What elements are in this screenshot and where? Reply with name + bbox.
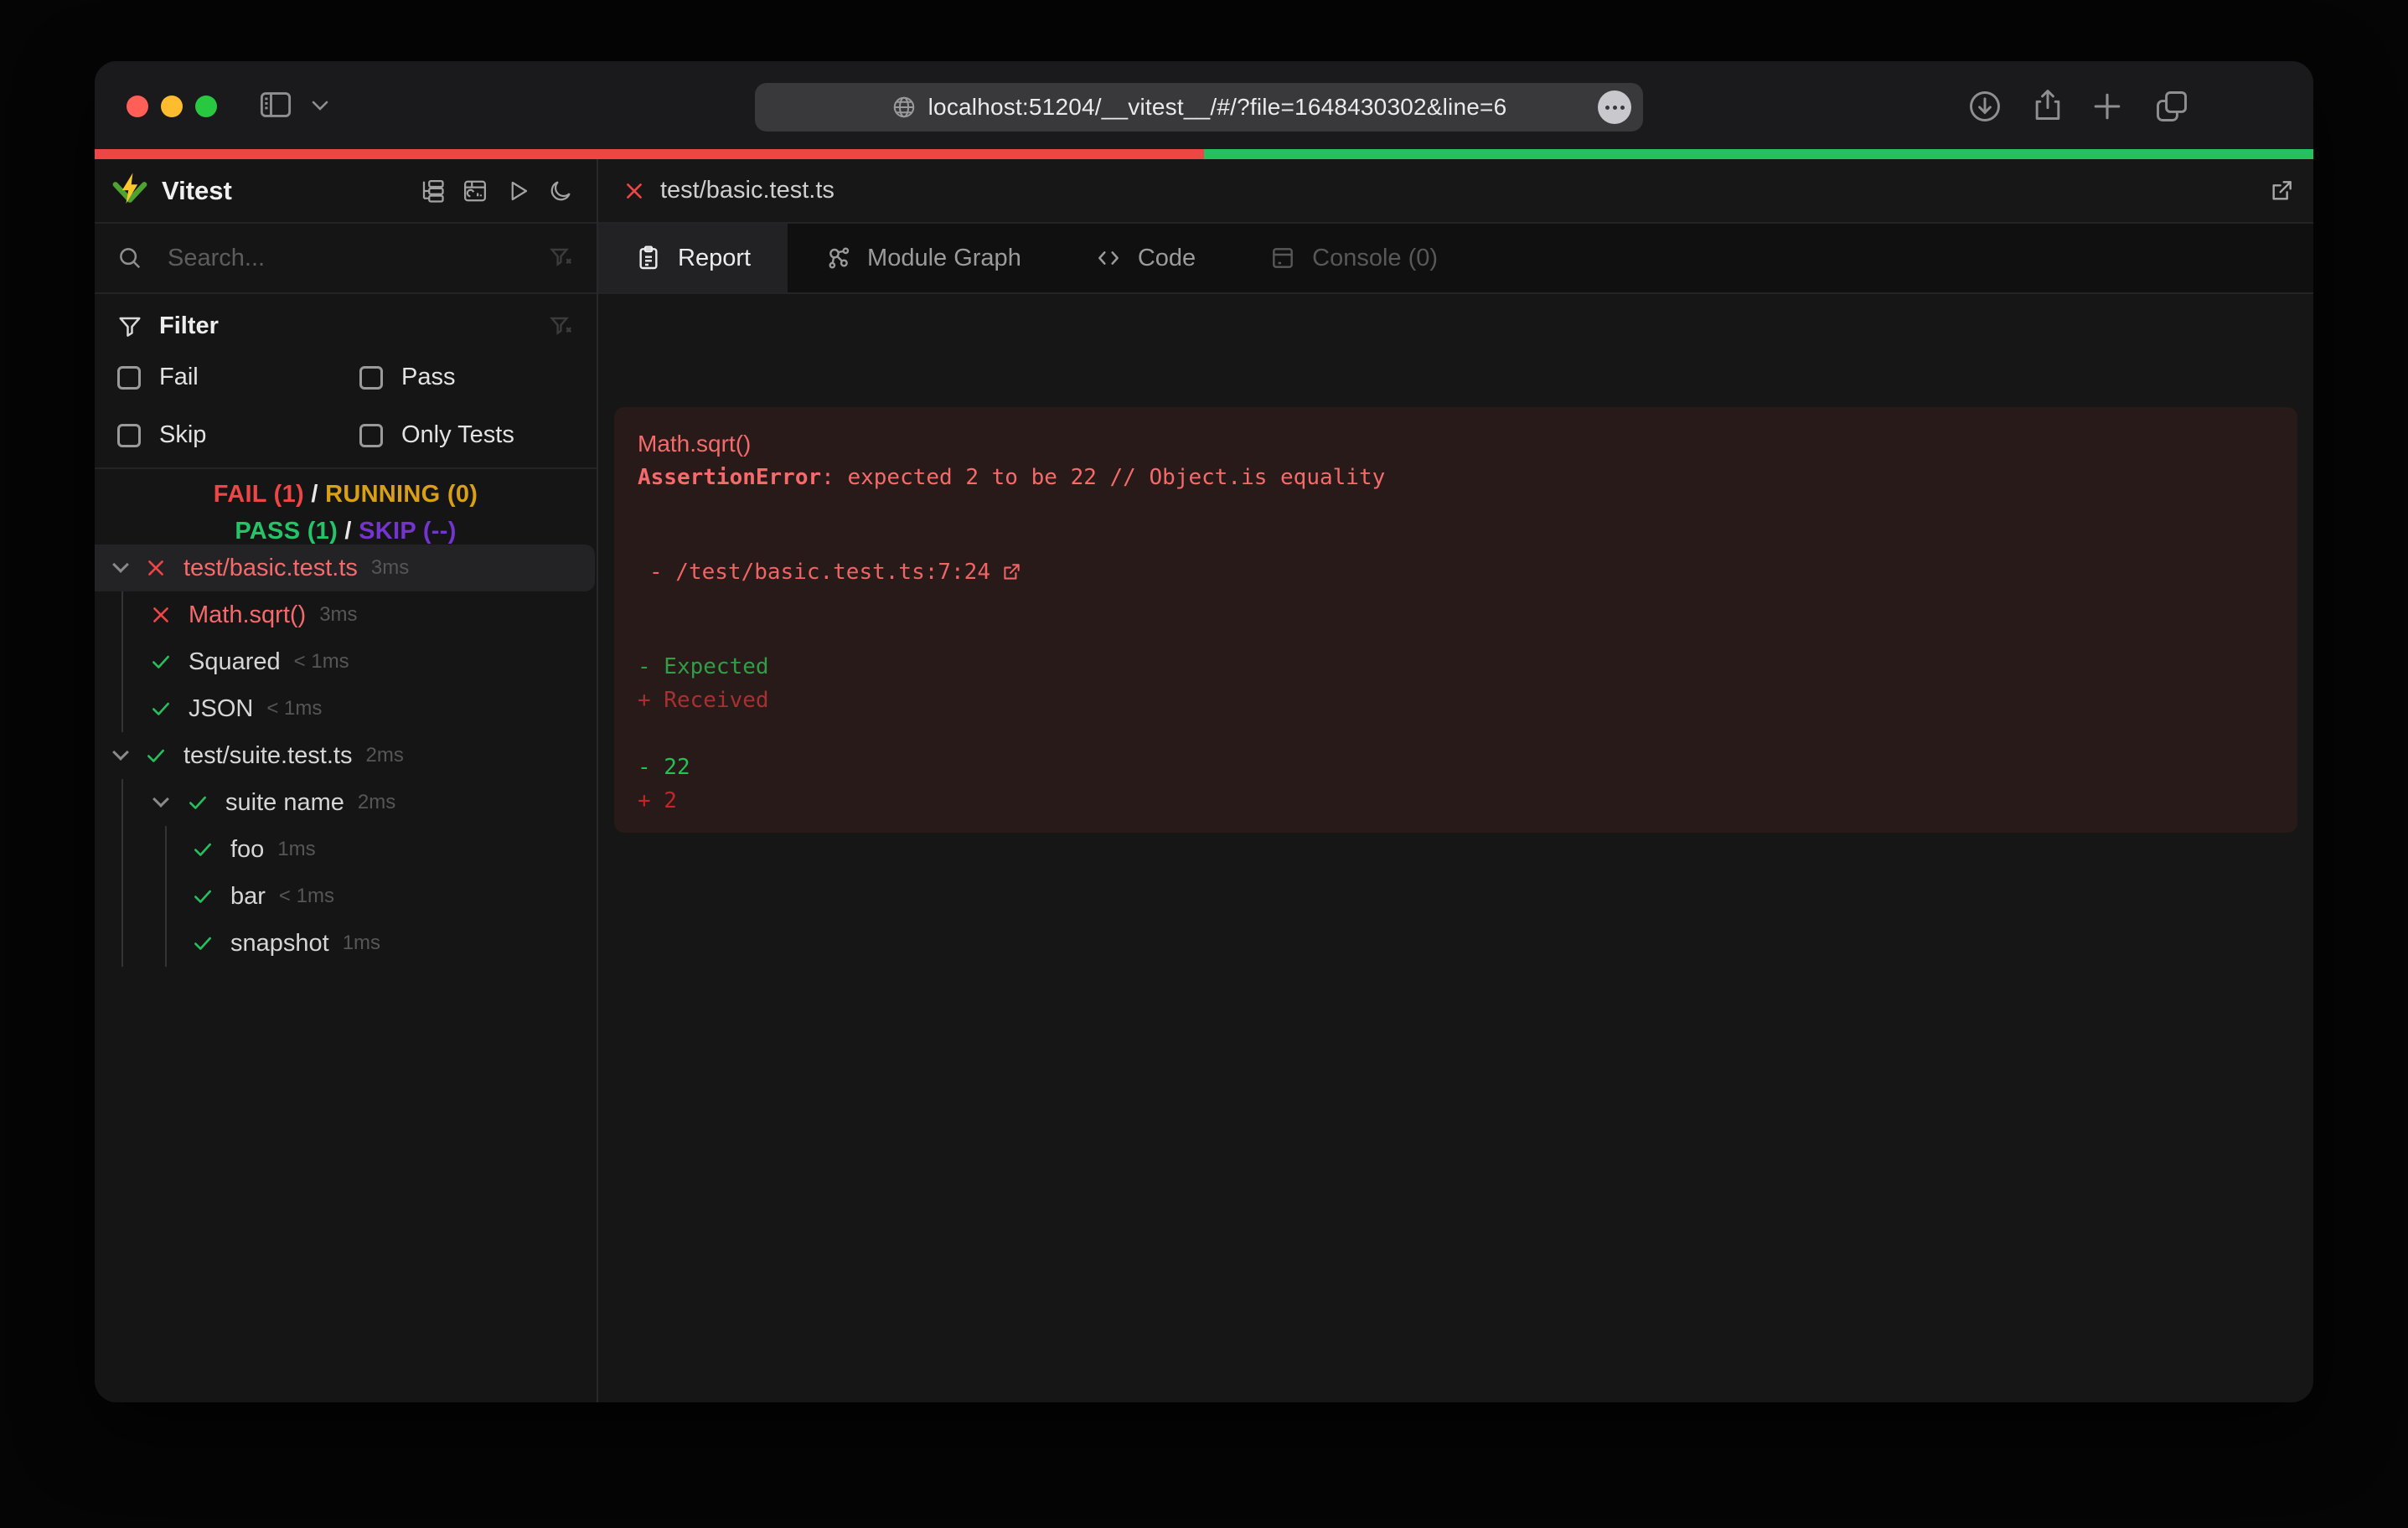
pass-check-icon: [187, 792, 209, 813]
progress-fail-segment: [95, 149, 1204, 159]
stack-trace-link[interactable]: - /test/basic.test.ts:7:24: [638, 494, 2274, 650]
pass-check-icon: [145, 745, 167, 767]
console-icon: [1269, 245, 1296, 271]
sidebar-toggle-icon[interactable]: [260, 91, 292, 118]
tab-overview-icon[interactable]: [2153, 88, 2190, 125]
clear-search-filter-icon[interactable]: [549, 245, 574, 271]
tree-row-math-sqrt[interactable]: Math.sqrt() 3ms: [95, 591, 595, 638]
tree-row-suite-name[interactable]: suite name 2ms: [95, 779, 595, 826]
chevron-down-icon[interactable]: [311, 100, 329, 111]
filter-section: Filter Fail Pass Skip: [95, 294, 597, 469]
new-tab-icon[interactable]: [2089, 88, 2126, 125]
tree-row-basic-test-file[interactable]: test/basic.test.ts 3ms: [95, 545, 595, 591]
minimize-window-button[interactable]: [161, 96, 183, 117]
rerun-all-icon[interactable]: [505, 178, 530, 204]
app-title: Vitest: [162, 176, 232, 206]
assertion-error-line: AssertionError: expected 2 to be 22 // O…: [638, 461, 2274, 494]
test-summary: FAIL (1) / RUNNING (0) PASS (1) / SKIP (…: [95, 469, 597, 545]
close-window-button[interactable]: [127, 96, 148, 117]
checkbox-box: [117, 366, 141, 390]
summary-line-1: FAIL (1) / RUNNING (0): [95, 476, 597, 513]
chevron-down-icon[interactable]: [152, 791, 169, 808]
chevron-down-icon[interactable]: [112, 744, 129, 761]
fail-x-icon: [150, 604, 172, 626]
vitest-logo-icon: [111, 170, 149, 209]
more-options-button[interactable]: [1598, 90, 1631, 124]
pass-check-icon: [150, 651, 172, 673]
checkbox-skip[interactable]: Skip: [117, 421, 206, 449]
running-count: RUNNING (0): [325, 481, 478, 508]
diff-received-label: + Received: [638, 684, 2274, 717]
external-link-icon: [1000, 494, 1184, 650]
view-tabbar: Report Module Graph: [598, 224, 2313, 294]
checkbox-pass[interactable]: Pass: [359, 364, 455, 391]
fail-x-icon: [623, 180, 645, 202]
url-text: localhost:51204/__vitest__/#/?file=16484…: [928, 94, 1507, 121]
share-icon[interactable]: [2029, 86, 2066, 123]
tab-code[interactable]: Code: [1058, 224, 1232, 292]
open-in-editor-icon[interactable]: [2268, 178, 2295, 204]
tree-row-foo[interactable]: foo 1ms: [95, 826, 595, 873]
report-icon: [635, 245, 662, 271]
diff-blank-line: [638, 717, 2274, 751]
checkbox-box: [359, 366, 383, 390]
address-bar[interactable]: localhost:51204/__vitest__/#/?file=16484…: [755, 83, 1643, 132]
file-header: test/basic.test.ts: [598, 159, 2313, 224]
clear-filters-icon[interactable]: [549, 314, 574, 339]
pass-check-icon: [150, 698, 172, 720]
downloads-icon[interactable]: [1966, 88, 2003, 125]
progress-pass-segment: [1204, 149, 2313, 159]
report-view: Math.sqrt() AssertionError: expected 2 t…: [598, 296, 2313, 1402]
tree-row-snapshot[interactable]: snapshot 1ms: [95, 920, 595, 967]
search-bar: [95, 224, 597, 294]
tree-row-json[interactable]: JSON < 1ms: [95, 685, 595, 732]
module-graph-icon: [824, 245, 851, 271]
pass-check-icon: [192, 885, 214, 907]
tab-report[interactable]: Report: [598, 224, 788, 292]
checkbox-box: [117, 424, 141, 447]
browser-window: localhost:51204/__vitest__/#/?file=16484…: [95, 61, 2313, 1402]
skip-count: SKIP (--): [359, 518, 457, 545]
vitest-ui: Vitest: [95, 159, 2313, 1402]
checkbox-box: [359, 424, 383, 447]
search-icon: [117, 245, 142, 271]
checkbox-fail[interactable]: Fail: [117, 364, 199, 391]
sidebar-header: Vitest: [95, 159, 597, 224]
search-input[interactable]: [168, 245, 549, 272]
main-panel: test/basic.test.ts Report: [598, 159, 2313, 1402]
diff-received-value: + 2: [638, 784, 2274, 818]
sidebar: Vitest: [95, 159, 597, 1402]
pass-check-icon: [192, 932, 214, 954]
filter-title: Filter: [159, 312, 219, 340]
diff-expected-label: - Expected: [638, 650, 2274, 684]
checkbox-only-tests[interactable]: Only Tests: [359, 421, 514, 449]
error-report-panel: Math.sqrt() AssertionError: expected 2 t…: [614, 407, 2297, 833]
dashboard-icon[interactable]: [462, 178, 488, 204]
pass-check-icon: [192, 839, 214, 860]
pass-count: PASS (1): [235, 518, 338, 545]
tree-row-bar[interactable]: bar < 1ms: [95, 873, 595, 920]
zoom-window-button[interactable]: [195, 96, 217, 117]
tab-module-graph[interactable]: Module Graph: [788, 224, 1058, 292]
tree-row-squared[interactable]: Squared < 1ms: [95, 638, 595, 685]
chevron-down-icon[interactable]: [112, 556, 129, 573]
collapse-tests-icon[interactable]: [420, 178, 445, 204]
failed-test-name: Math.sqrt(): [638, 427, 2274, 461]
globe-icon: [891, 95, 917, 120]
tree-row-suite-test-file[interactable]: test/suite.test.ts 2ms: [95, 732, 595, 779]
dark-mode-icon[interactable]: [548, 178, 573, 204]
filter-icon: [117, 314, 142, 339]
browser-titlebar: localhost:51204/__vitest__/#/?file=16484…: [95, 61, 2313, 149]
fail-x-icon: [145, 557, 167, 579]
open-file-name: test/basic.test.ts: [660, 177, 835, 204]
test-tree: test/basic.test.ts 3ms Math.sqrt() 3ms S…: [95, 545, 595, 967]
diff-expected-value: - 22: [638, 751, 2274, 784]
tab-console[interactable]: Console (0): [1232, 224, 1475, 292]
test-progress-bar: [95, 149, 2313, 159]
code-icon: [1095, 245, 1122, 271]
fail-count: FAIL (1): [214, 481, 304, 508]
